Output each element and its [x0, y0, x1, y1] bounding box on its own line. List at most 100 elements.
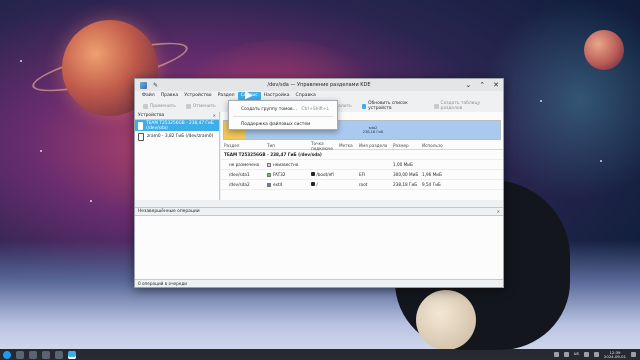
cell-type: неизвестно: [273, 162, 299, 167]
system-settings-icon[interactable]: [29, 350, 37, 359]
partition-manager-task-icon[interactable]: [68, 350, 76, 359]
type-swatch: [267, 163, 271, 167]
clipboard-icon[interactable]: [563, 352, 569, 357]
devices-header: Устройства ✕: [135, 112, 219, 120]
pending-operations-pane: Незавершённые операции ✕: [135, 207, 503, 279]
close-button[interactable]: ✕: [493, 81, 499, 89]
apply-label: Применить: [150, 103, 176, 109]
desktop-pager-icon[interactable]: [16, 350, 24, 359]
battery-icon[interactable]: [593, 352, 599, 357]
app-launcher-icon[interactable]: [3, 350, 11, 359]
check-icon: [143, 103, 148, 109]
table-row-disk[interactable]: TEAM T253256GB - 238,47 ГиБ (/dev/sda): [221, 150, 503, 160]
star: [40, 150, 42, 152]
menu-device[interactable]: Устройство: [181, 92, 214, 100]
cell-type: ext4: [273, 182, 283, 187]
type-swatch: [267, 183, 271, 187]
operations-header: Незавершённые операции ✕: [135, 208, 503, 216]
disk-row-label: TEAM T253256GB - 238,47 ГиБ (/dev/sda): [224, 152, 322, 157]
new-table-label: Создать таблицу разделов: [440, 101, 481, 111]
tools-menu-dropdown: Создать группу томов… Ctrl+Shift+L Подде…: [228, 100, 338, 130]
cell-size: 1,00 МиБ: [393, 162, 413, 167]
table-header: Раздел Тип Точка подключе Метка Имя разд…: [221, 141, 503, 151]
menu-item-filesystem-support[interactable]: Поддержка файловых систем: [229, 119, 337, 129]
window-title: /dev/sda — Управление разделами KDE: [267, 82, 371, 88]
volume-icon[interactable]: [583, 352, 589, 357]
col-partition[interactable]: Раздел: [221, 143, 267, 148]
cell-name: root: [359, 182, 368, 187]
planet-small: [584, 30, 624, 70]
cell-partition: /dev/sda2: [229, 182, 250, 187]
titlebar[interactable]: ✎ /dev/sda — Управление разделами KDE ⌄ …: [135, 79, 503, 91]
table-row[interactable]: не размечено неизвестно 1,00 МиБ: [221, 160, 503, 170]
menu-edit[interactable]: Правка: [158, 92, 181, 100]
refresh-label: Обновить список устройств: [368, 101, 408, 111]
show-desktop-icon[interactable]: [631, 352, 636, 357]
menu-item-create-volume-group[interactable]: Создать группу томов… Ctrl+Shift+L: [229, 104, 337, 114]
menu-item-label: Поддержка файловых систем: [241, 121, 311, 127]
apply-button[interactable]: Применить: [139, 102, 180, 111]
devices-header-label: Устройства: [138, 113, 165, 118]
device-item-zram0[interactable]: zram0 - 3,82 ГиБ (/dev/zram0): [135, 131, 219, 142]
star: [90, 200, 92, 202]
browser-icon[interactable]: [55, 350, 63, 359]
cell-partition: /dev/sda1: [229, 172, 250, 177]
device-label: zram0 - 3,82 ГиБ (/dev/zram0): [147, 134, 214, 139]
menu-help[interactable]: Справка: [293, 92, 319, 100]
drive-icon: [138, 121, 144, 130]
cell-mount: /boot/efi: [316, 172, 334, 177]
menu-partition[interactable]: Раздел: [215, 92, 238, 100]
status-text: 0 операций в очереди: [138, 281, 187, 286]
col-mount[interactable]: Точка подключе: [311, 141, 339, 151]
system-tray: us 12:39 2024-09-01: [553, 350, 640, 359]
segment-size: 238,18 ГиБ: [362, 130, 384, 134]
star: [600, 160, 602, 162]
penguin-belly: [416, 290, 476, 350]
col-label[interactable]: Метка: [339, 143, 359, 148]
lock-icon: [311, 172, 315, 176]
drive-icon: [138, 132, 144, 141]
cell-mount: /: [316, 182, 318, 187]
menu-file[interactable]: Файл: [139, 92, 158, 100]
device-label: TEAM T253256GB - 238,47 ГиБ (/dev/sda): [146, 120, 214, 131]
undo-label: Отменить: [192, 103, 216, 109]
nebula-glow-teal: [480, 0, 640, 200]
star: [540, 100, 542, 102]
maximize-button[interactable]: ⌃: [479, 81, 485, 89]
type-swatch: [267, 173, 271, 177]
cell-size: 300,00 МиБ: [393, 172, 419, 177]
file-manager-icon[interactable]: [42, 350, 50, 359]
operations-header-label: Незавершённые операции: [138, 209, 200, 214]
status-bar: 0 операций в очереди: [135, 279, 503, 287]
minimize-button[interactable]: ⌄: [465, 81, 471, 89]
undo-button[interactable]: Отменить: [182, 102, 220, 111]
star: [20, 60, 22, 62]
devices-pane: Устройства ✕ TEAM T253256GB - 238,47 ГиБ…: [135, 112, 220, 200]
window-body: Устройства ✕ TEAM T253256GB - 238,47 ГиБ…: [135, 112, 503, 279]
new-table-icon: [434, 103, 439, 109]
close-pane-icon[interactable]: ✕: [497, 208, 500, 216]
partition-table: Раздел Тип Точка подключе Метка Имя разд…: [221, 141, 503, 190]
table-row[interactable]: /dev/sda1 FAT32 /boot/efi EFI 300,00 МиБ…: [221, 170, 503, 180]
col-size[interactable]: Размер: [393, 143, 422, 148]
close-pane-icon[interactable]: ✕: [213, 112, 216, 120]
cell-type: FAT32: [273, 172, 286, 177]
col-type[interactable]: Тип: [267, 143, 311, 148]
refresh-devices-button[interactable]: Обновить список устройств: [358, 101, 428, 111]
cell-used: 9,54 ГиБ: [422, 182, 441, 187]
clock[interactable]: 12:39 2024-09-01: [603, 350, 626, 359]
network-icon[interactable]: [553, 352, 559, 357]
col-used[interactable]: Использо: [422, 143, 503, 148]
table-row[interactable]: /dev/sda2 ext4 / root 238,18 ГиБ 9,54 Ги…: [221, 180, 503, 190]
new-partition-table-button[interactable]: Создать таблицу разделов: [430, 101, 499, 111]
cell-used: 1,96 МиБ: [422, 172, 442, 177]
device-item-sda[interactable]: TEAM T253256GB - 238,47 ГиБ (/dev/sda): [135, 120, 219, 131]
cell-size: 238,18 ГиБ: [393, 182, 418, 187]
col-name[interactable]: Имя раздела: [359, 143, 393, 148]
taskbar: us 12:39 2024-09-01: [0, 349, 640, 360]
cell-partition: не размечено: [229, 162, 260, 167]
clock-date: 2024-09-01: [603, 353, 626, 359]
menu-settings[interactable]: Настройка: [261, 92, 293, 100]
refresh-icon: [361, 103, 367, 109]
keyboard-layout[interactable]: us: [574, 352, 579, 357]
